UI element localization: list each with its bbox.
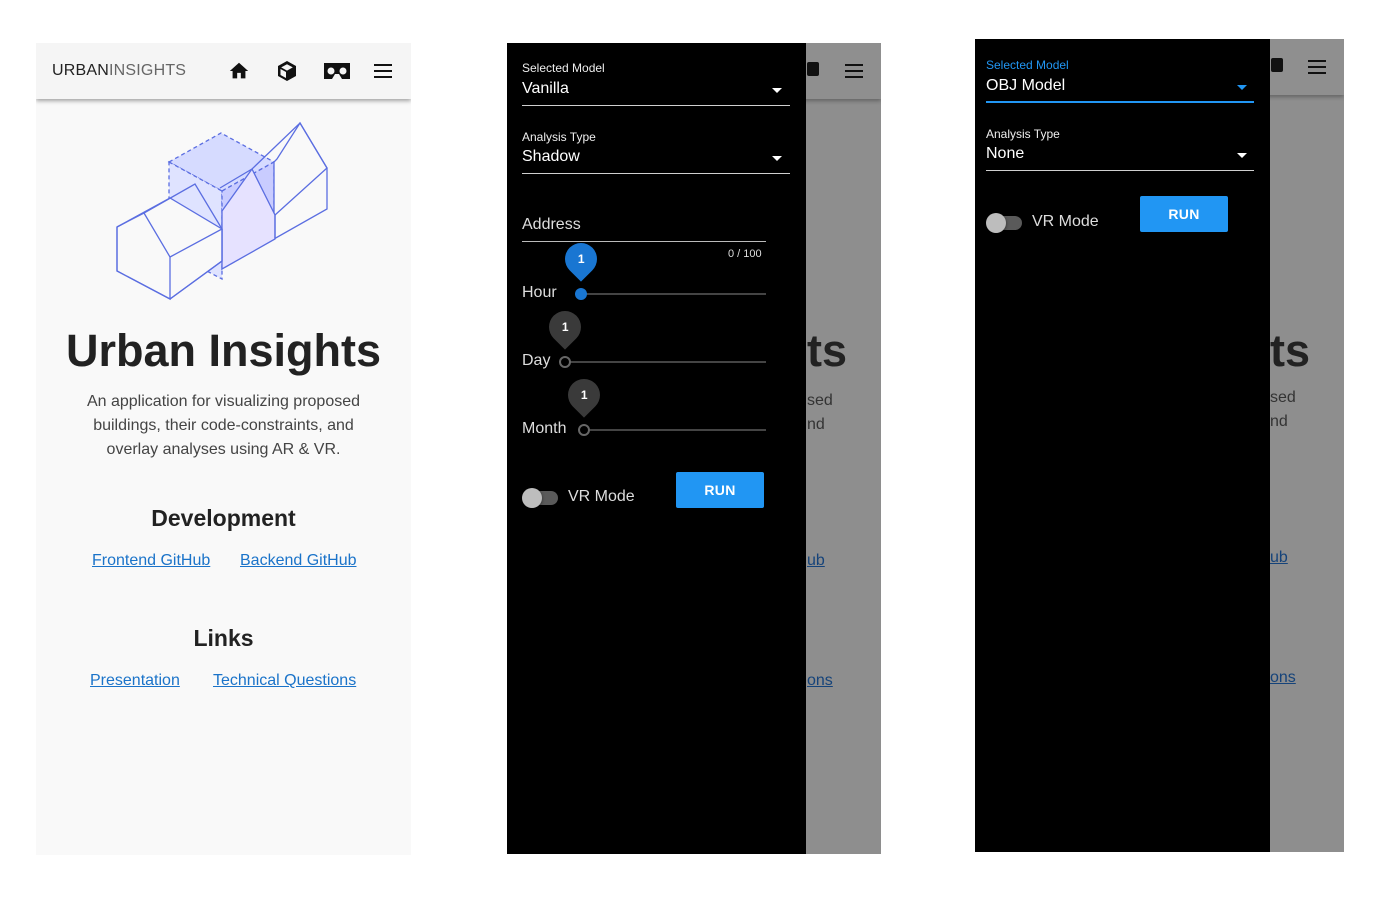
selected-model-select[interactable]: Vanilla (522, 80, 569, 98)
home-screen: URBANINSIGHTS Urban Insights An applicat… (36, 43, 411, 855)
app-description: An application for visualizing proposed … (36, 390, 411, 462)
dimmed-text-fragment: nd (1270, 413, 1288, 430)
analysis-type-label: Analysis Type (986, 127, 1060, 141)
description-line: An application for visualizing proposed (86, 393, 361, 410)
vr-mode-label: VR Mode (568, 488, 635, 505)
frontend-github-link[interactable]: Frontend GitHub (92, 552, 210, 570)
run-button[interactable]: RUN (676, 472, 764, 508)
analysis-type-select[interactable]: None (986, 145, 1024, 163)
day-value-label: 1 (542, 304, 588, 350)
chevron-down-icon[interactable] (1237, 153, 1247, 158)
month-slider-label: Month (522, 420, 567, 437)
vr-mode-toggle-thumb[interactable] (986, 213, 1006, 233)
dimmed-title-fragment: ts (807, 325, 848, 376)
address-input[interactable]: Address (522, 216, 581, 234)
vr-headset-icon (807, 62, 819, 76)
technical-questions-link[interactable]: Technical Questions (213, 672, 356, 690)
backend-github-link[interactable]: Backend GitHub (240, 552, 357, 570)
run-button[interactable]: RUN (1140, 196, 1228, 232)
vr-mode-label: VR Mode (1032, 213, 1099, 230)
dimmed-title-fragment: ts (1270, 325, 1311, 376)
select-underline (522, 105, 790, 106)
day-slider-track[interactable] (565, 361, 766, 363)
dimmed-link-fragment: ons (1270, 669, 1296, 686)
buildings-illustration (112, 121, 332, 301)
vr-headset-icon[interactable] (322, 58, 352, 84)
description-line: buildings, their code-constraints, and (93, 417, 354, 434)
drawer-screen-obj: ts sed nd ub ons Selected Model OBJ Mode… (975, 39, 1344, 852)
dimmed-link-fragment: ub (1270, 549, 1288, 566)
selected-model-label: Selected Model (522, 61, 605, 75)
cube-icon[interactable] (274, 58, 300, 84)
menu-icon[interactable] (370, 58, 396, 84)
home-icon[interactable] (226, 58, 252, 84)
select-underline (986, 170, 1254, 171)
drawer-screen-shadow: ts sed nd ub ons Selected Model Vanilla … (507, 43, 881, 854)
analysis-type-label: Analysis Type (522, 130, 596, 144)
select-underline (522, 173, 790, 174)
vr-mode-toggle-thumb[interactable] (522, 488, 542, 508)
hour-value-label: 1 (558, 236, 604, 282)
select-underline-focused (986, 101, 1254, 103)
selected-model-label: Selected Model (986, 58, 1069, 72)
description-line: overlay analyses using AR & VR. (106, 441, 341, 458)
hour-slider-track[interactable] (581, 293, 766, 295)
dimmed-link-fragment: ons (807, 672, 833, 689)
address-char-counter: 0 / 100 (728, 248, 762, 260)
vr-headset-icon (1271, 58, 1283, 72)
month-value-label: 1 (561, 372, 607, 418)
month-slider-track[interactable] (584, 429, 766, 431)
app-bar: URBANINSIGHTS (36, 43, 411, 99)
chevron-down-icon[interactable] (1237, 85, 1247, 90)
chevron-down-icon[interactable] (772, 88, 782, 93)
hour-slider-label: Hour (522, 284, 557, 301)
menu-icon[interactable] (1304, 54, 1330, 80)
development-heading: Development (151, 505, 296, 531)
selected-model-select[interactable]: OBJ Model (986, 77, 1065, 95)
dimmed-text-fragment: nd (807, 416, 825, 433)
dimmed-text-fragment: sed (807, 392, 833, 409)
dimmed-text-fragment: sed (1270, 389, 1296, 406)
day-slider-thumb[interactable] (559, 356, 571, 368)
settings-drawer: Selected Model OBJ Model Analysis Type N… (975, 39, 1270, 852)
dimmed-link-fragment: ub (807, 552, 825, 569)
links-heading: Links (193, 625, 254, 651)
brand-logo[interactable]: URBANINSIGHTS (52, 62, 186, 80)
input-underline (522, 241, 766, 242)
month-slider-thumb[interactable] (578, 424, 590, 436)
hour-slider-thumb[interactable] (575, 288, 587, 300)
chevron-down-icon[interactable] (772, 156, 782, 161)
presentation-link[interactable]: Presentation (90, 672, 180, 690)
menu-icon[interactable] (841, 58, 867, 84)
page-title: Urban Insights (65, 325, 382, 376)
analysis-type-select[interactable]: Shadow (522, 148, 580, 166)
day-slider-label: Day (522, 352, 551, 369)
settings-drawer: Selected Model Vanilla Analysis Type Sha… (507, 43, 806, 854)
